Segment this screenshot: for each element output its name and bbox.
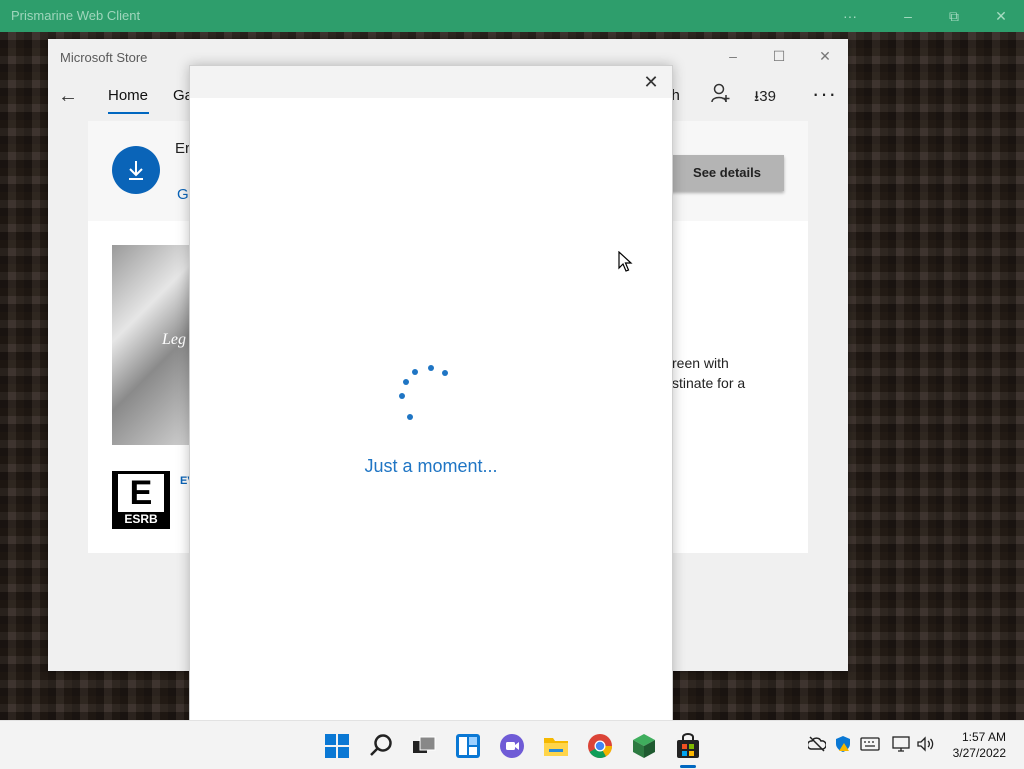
back-button[interactable]: ← xyxy=(58,85,78,108)
tab-home[interactable]: Home xyxy=(108,87,148,104)
store-maximize-button[interactable]: ☐ xyxy=(764,45,794,67)
host-window-title: Prismarine Web Client xyxy=(11,8,141,23)
product-description: reen with stinate for a xyxy=(672,353,802,393)
keyboard-icon[interactable] xyxy=(860,737,880,751)
loading-spinner-icon xyxy=(399,365,448,420)
widgets-icon[interactable] xyxy=(455,733,481,759)
product-cover-image[interactable]: Leg xyxy=(112,245,190,445)
downloads-button[interactable]: ⭳39 xyxy=(754,86,776,111)
taskbar: 1:57 AM 3/27/2022 xyxy=(0,720,1024,769)
chat-icon[interactable] xyxy=(499,733,525,759)
see-details-button[interactable]: See details xyxy=(670,155,784,191)
network-icon[interactable] xyxy=(892,736,910,752)
host-close-button[interactable]: ✕ xyxy=(987,6,1015,26)
mouse-cursor-icon xyxy=(618,251,633,272)
store-window-title: Microsoft Store xyxy=(60,50,148,65)
more-options-icon[interactable]: ··· xyxy=(812,81,837,107)
windows-start-icon[interactable] xyxy=(324,733,350,759)
chrome-icon[interactable] xyxy=(587,733,613,759)
host-minimize-button[interactable]: – xyxy=(894,6,922,26)
task-view-icon[interactable] xyxy=(411,733,437,759)
banner-link[interactable]: G xyxy=(177,186,189,203)
clock-date: 3/27/2022 xyxy=(952,746,1006,760)
add-user-icon[interactable] xyxy=(710,83,732,110)
host-more-button[interactable]: ··· xyxy=(836,6,864,26)
security-shield-icon[interactable] xyxy=(834,735,852,753)
cover-title-text: Leg xyxy=(162,331,186,348)
esrb-label: ESRB xyxy=(124,512,158,526)
microsoft-store-icon[interactable] xyxy=(675,733,701,759)
banner-item-name: Er xyxy=(175,140,190,157)
host-restore-button[interactable]: ⧉ xyxy=(940,6,968,26)
search-icon[interactable] xyxy=(368,733,394,759)
onedrive-offline-icon[interactable] xyxy=(808,736,826,752)
downloads-count: 39 xyxy=(759,88,776,105)
download-icon xyxy=(112,146,160,194)
store-close-button[interactable]: ✕ xyxy=(810,45,840,67)
minecraft-icon[interactable] xyxy=(631,733,657,759)
loading-dialog: ✕ Just a moment... xyxy=(189,65,673,722)
dialog-close-button[interactable]: ✕ xyxy=(639,72,663,92)
esrb-rating-icon: E ESRB xyxy=(112,471,170,529)
description-line: stinate for a xyxy=(672,375,746,391)
clock-time: 1:57 AM xyxy=(961,730,1006,744)
loading-message: Just a moment... xyxy=(364,456,498,476)
description-line: reen with xyxy=(672,355,729,371)
file-explorer-icon[interactable] xyxy=(543,733,569,759)
dialog-header: ✕ xyxy=(190,66,672,98)
host-window-titlebar: Prismarine Web Client ··· – ⧉ ✕ xyxy=(0,0,1024,32)
store-minimize-button[interactable]: – xyxy=(718,45,748,67)
tab-home-indicator xyxy=(108,112,149,114)
volume-icon[interactable] xyxy=(916,736,936,752)
system-clock[interactable]: 1:57 AM 3/27/2022 xyxy=(946,729,1006,761)
esrb-rating-letter: E xyxy=(118,474,164,512)
